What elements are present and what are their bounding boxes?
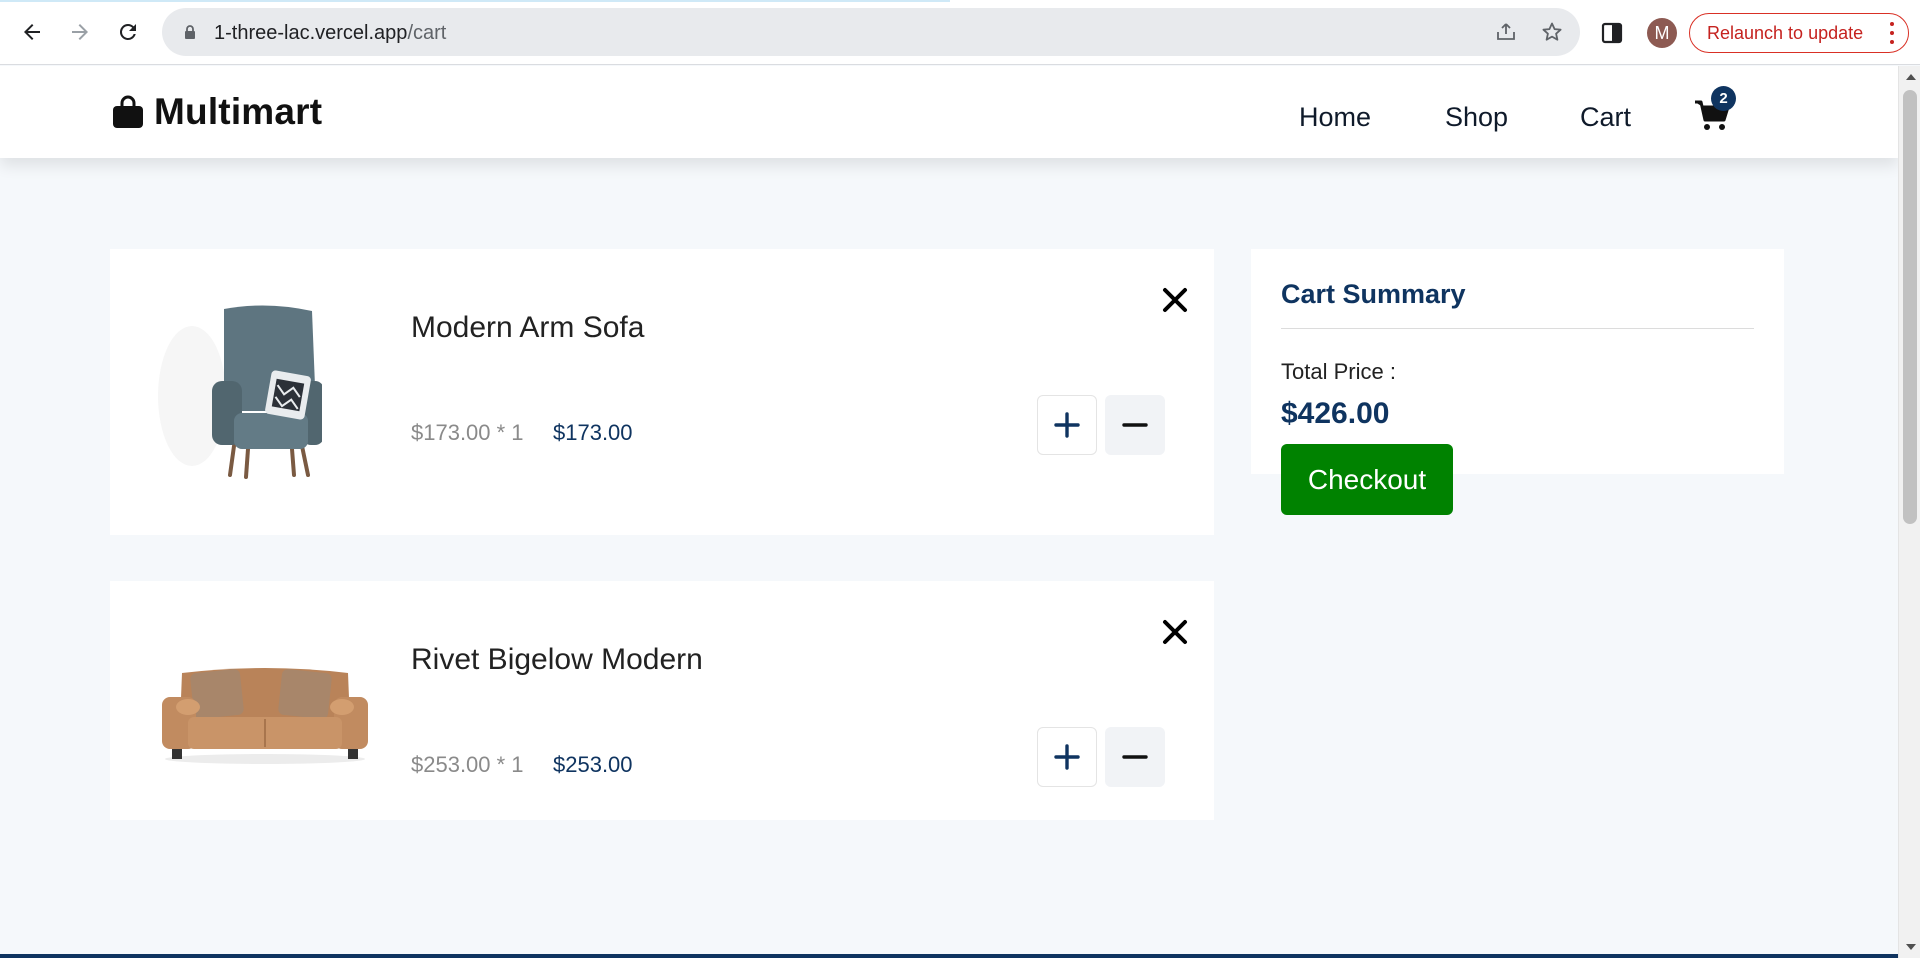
more-menu-icon[interactable]	[1890, 22, 1894, 44]
nav-cart[interactable]: Cart	[1580, 102, 1631, 133]
arrow-right-icon	[72, 24, 88, 40]
site-header: Multimart Home Shop Cart 2	[0, 66, 1898, 158]
checkout-button[interactable]: Checkout	[1281, 444, 1453, 515]
item-line-total: $173.00	[553, 420, 633, 445]
relaunch-button[interactable]: Relaunch to update	[1689, 13, 1909, 53]
cart-summary-panel: Cart Summary Total Price : $426.00	[1251, 249, 1784, 474]
summary-divider	[1281, 328, 1754, 329]
url-path: /cart	[407, 22, 447, 44]
item-name: Modern Arm Sofa	[411, 311, 645, 344]
arrow-left-icon	[24, 24, 40, 40]
reload-button[interactable]	[110, 14, 146, 50]
sofa-image	[162, 668, 368, 764]
cart-item: Modern Arm Sofa $173.00 * 1 $173.00	[110, 249, 1214, 535]
minus-icon	[1122, 755, 1148, 759]
remove-item-icon[interactable]	[1159, 284, 1191, 316]
page-scrollbar[interactable]	[1898, 66, 1920, 958]
remove-item-icon[interactable]	[1159, 616, 1191, 648]
loading-indicator	[0, 0, 950, 2]
cart-count-badge: 2	[1711, 86, 1736, 111]
side-panel-icon[interactable]	[1601, 22, 1623, 44]
increase-qty-button[interactable]	[1037, 395, 1097, 455]
page-viewport: Multimart Home Shop Cart 2 Modern Arm So…	[0, 66, 1898, 958]
scroll-up-arrow-icon[interactable]	[1906, 74, 1916, 80]
plus-icon	[1054, 412, 1080, 438]
url-host: 1-three-lac.vercel.app	[214, 22, 408, 44]
forward-button[interactable]	[62, 14, 98, 50]
increase-qty-button[interactable]	[1037, 727, 1097, 787]
share-icon[interactable]	[1494, 20, 1518, 44]
nav-shop[interactable]: Shop	[1445, 102, 1508, 133]
item-unit-price-qty: $253.00 * 1	[411, 752, 524, 777]
plus-icon	[1054, 744, 1080, 770]
total-price-value: $426.00	[1281, 397, 1390, 430]
item-line-total: $253.00	[553, 752, 633, 777]
shopping-bag-icon	[113, 95, 143, 128]
url-text: 1-three-lac.vercel.app/cart	[214, 22, 446, 45]
item-unit-price-qty: $173.00 * 1	[411, 420, 524, 445]
nav-home[interactable]: Home	[1299, 102, 1371, 133]
back-button[interactable]	[14, 14, 50, 50]
minus-icon	[1122, 423, 1148, 427]
bookmark-star-icon[interactable]	[1540, 20, 1564, 44]
browser-toolbar: 1-three-lac.vercel.app/cart M Relaunch t…	[0, 0, 1920, 65]
lock-icon	[185, 25, 195, 39]
site-logo[interactable]: Multimart	[112, 91, 323, 132]
address-bar[interactable]: 1-three-lac.vercel.app/cart	[162, 8, 1580, 56]
total-price-label: Total Price :	[1281, 359, 1396, 384]
logo-text: Multimart	[154, 91, 323, 132]
summary-title: Cart Summary	[1281, 279, 1466, 309]
decrease-qty-button[interactable]	[1105, 395, 1165, 455]
page-bottom-edge	[0, 954, 1898, 958]
profile-avatar[interactable]: M	[1647, 18, 1677, 48]
item-name: Rivet Bigelow Modern	[411, 643, 703, 676]
scroll-thumb[interactable]	[1903, 90, 1917, 524]
decrease-qty-button[interactable]	[1105, 727, 1165, 787]
relaunch-label: Relaunch to update	[1707, 22, 1864, 43]
armchair-image	[158, 305, 322, 479]
scroll-down-arrow-icon[interactable]	[1906, 944, 1916, 950]
reload-icon	[119, 23, 136, 40]
cart-item: Rivet Bigelow Modern $253.00 * 1 $253.00	[110, 581, 1214, 820]
